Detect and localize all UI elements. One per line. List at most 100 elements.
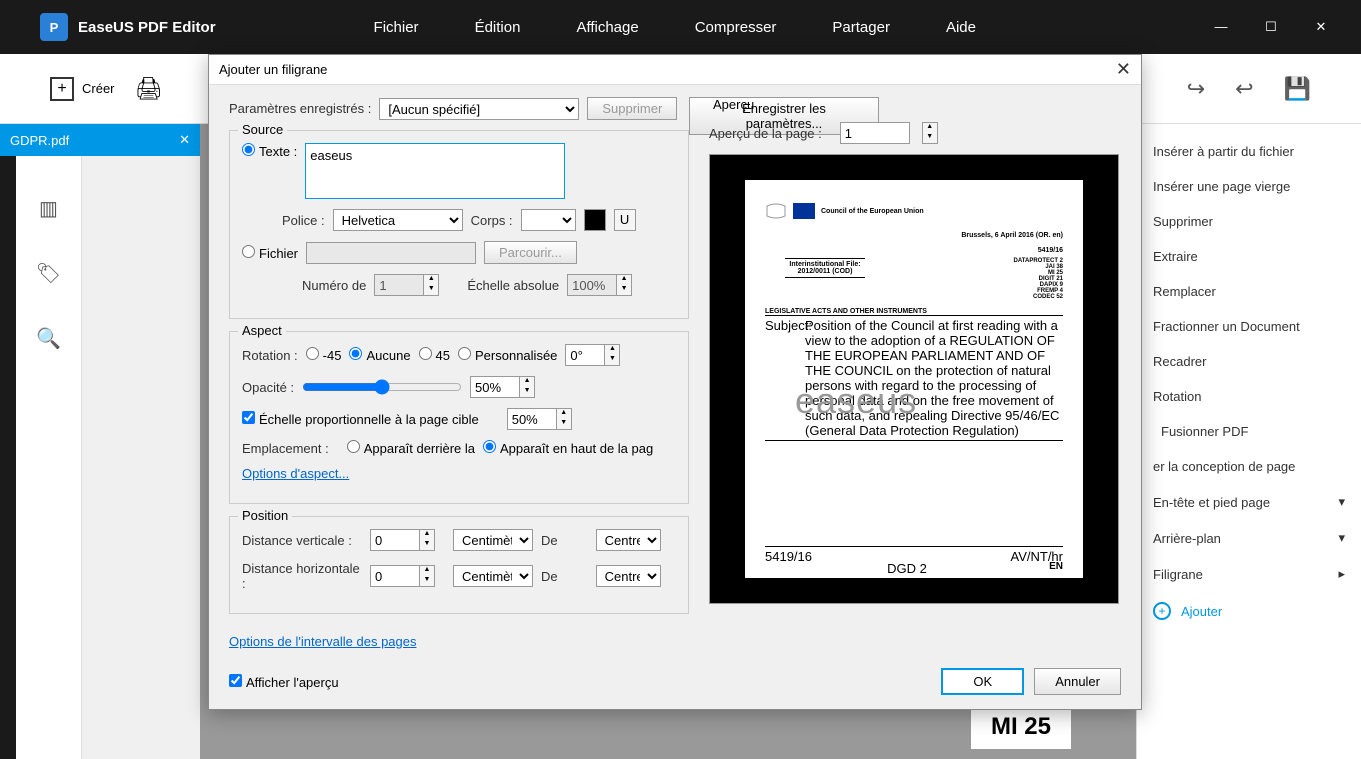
- maximize-icon[interactable]: ☐: [1261, 19, 1281, 35]
- dialog-close-icon[interactable]: ✕: [1116, 59, 1131, 80]
- panel-merge[interactable]: Fusionner PDF: [1137, 414, 1361, 449]
- panel-split[interactable]: Fractionner un Document: [1137, 309, 1361, 344]
- show-preview-checkbox[interactable]: [229, 674, 242, 687]
- file-tab[interactable]: GDPR.pdf ✕: [0, 124, 200, 156]
- behind-label[interactable]: Apparaît derrière la: [347, 440, 475, 456]
- text-radio[interactable]: [242, 143, 255, 156]
- titlebar: P EaseUS PDF Editor Fichier Édition Affi…: [0, 0, 1361, 54]
- panel-crop[interactable]: Recadrer: [1137, 344, 1361, 379]
- minimize-icon[interactable]: —: [1211, 19, 1231, 35]
- spin-up-icon[interactable]: ▲: [420, 566, 434, 576]
- spin-up-icon[interactable]: ▲: [420, 530, 434, 540]
- scale-input[interactable]: [507, 408, 557, 430]
- menu-help[interactable]: Aide: [918, 19, 1004, 36]
- rot-none-label[interactable]: Aucune: [349, 347, 410, 363]
- print-button[interactable]: 🖨: [135, 76, 163, 102]
- menu-edit[interactable]: Édition: [447, 19, 549, 36]
- panel-rotate[interactable]: Rotation: [1137, 379, 1361, 414]
- spin-down-icon[interactable]: ▼: [605, 355, 619, 365]
- create-button[interactable]: + Créer: [50, 77, 115, 101]
- rot-none-radio[interactable]: [349, 347, 362, 360]
- save-icon[interactable]: 💾: [1284, 76, 1311, 102]
- menu-share[interactable]: Partager: [804, 19, 918, 36]
- vdist-input[interactable]: [370, 529, 420, 551]
- panel-background[interactable]: Arrière-plan▾: [1137, 520, 1361, 556]
- file-radio[interactable]: [242, 245, 255, 258]
- panel-delete[interactable]: Supprimer: [1137, 204, 1361, 239]
- undo-icon[interactable]: ↩: [1235, 76, 1253, 102]
- ok-button[interactable]: OK: [941, 668, 1024, 695]
- page-range-link[interactable]: Options de l'intervalle des pages: [229, 634, 416, 649]
- spin-up-icon[interactable]: ▲: [923, 123, 937, 133]
- rot-custom-label[interactable]: Personnalisée: [458, 347, 557, 363]
- aspect-legend: Aspect: [238, 323, 286, 338]
- opacity-slider[interactable]: [302, 379, 462, 395]
- behind-radio[interactable]: [347, 440, 360, 453]
- abs-scale-input[interactable]: [567, 274, 617, 296]
- top-radio[interactable]: [483, 440, 496, 453]
- saved-params-select[interactable]: [Aucun spécifié]: [379, 98, 579, 120]
- rot-45-radio[interactable]: [419, 347, 432, 360]
- menu-view[interactable]: Affichage: [548, 19, 666, 36]
- scale-checkbox[interactable]: [242, 411, 255, 424]
- scale-check-label[interactable]: Échelle proportionnelle à la page cible: [242, 411, 479, 427]
- menu-file[interactable]: Fichier: [346, 19, 447, 36]
- delete-button[interactable]: Supprimer: [587, 97, 677, 120]
- spin-up-icon[interactable]: ▲: [605, 345, 619, 355]
- pages-icon[interactable]: ▥: [39, 196, 58, 221]
- close-icon[interactable]: ✕: [1311, 19, 1331, 35]
- panel-header[interactable]: En-tête et pied page▾: [1137, 484, 1361, 520]
- spin-up-icon[interactable]: ▲: [520, 377, 534, 387]
- doc-ref: 5419/16: [765, 247, 1063, 254]
- opacity-label: Opacité :: [242, 380, 294, 395]
- rot-45-label[interactable]: 45: [419, 347, 450, 363]
- font-select[interactable]: Helvetica: [333, 209, 463, 231]
- spin-down-icon[interactable]: ▼: [617, 285, 631, 295]
- color-picker[interactable]: [584, 209, 606, 231]
- panel-insert-file[interactable]: Insérer à partir du fichier: [1137, 134, 1361, 169]
- show-preview-label[interactable]: Afficher l'aperçu: [229, 674, 339, 690]
- spin-down-icon[interactable]: ▼: [424, 285, 438, 295]
- panel-add[interactable]: + Ajouter: [1137, 592, 1361, 630]
- tag-icon[interactable]: 🏷: [36, 261, 61, 286]
- rot-m45-radio[interactable]: [306, 347, 319, 360]
- file-radio-label[interactable]: Fichier: [242, 245, 298, 261]
- panel-watermark[interactable]: Filigrane▸: [1137, 556, 1361, 592]
- spin-down-icon[interactable]: ▼: [520, 387, 534, 397]
- vdist-from-select[interactable]: Centre: [596, 529, 661, 551]
- redo-icon[interactable]: ↪: [1187, 76, 1205, 102]
- watermark-text-input[interactable]: easeus: [305, 143, 565, 199]
- panel-insert-blank[interactable]: Insérer une page vierge: [1137, 169, 1361, 204]
- hdist-input[interactable]: [370, 565, 420, 587]
- spin-up-icon[interactable]: ▲: [557, 409, 571, 419]
- menu-compress[interactable]: Compresser: [667, 19, 805, 36]
- browse-button[interactable]: Parcourir...: [484, 241, 577, 264]
- spin-down-icon[interactable]: ▼: [557, 419, 571, 429]
- underline-button[interactable]: U: [614, 209, 636, 231]
- rot-custom-radio[interactable]: [458, 347, 471, 360]
- vdist-unit-select[interactable]: Centimètres: [453, 529, 533, 551]
- rot-value-input[interactable]: [565, 344, 605, 366]
- tab-close-icon[interactable]: ✕: [179, 132, 190, 148]
- aspect-options-link[interactable]: Options d'aspect...: [242, 466, 349, 481]
- cancel-button[interactable]: Annuler: [1034, 668, 1121, 695]
- top-label[interactable]: Apparaît en haut de la pag: [483, 440, 653, 456]
- hdist-from-select[interactable]: Centre: [596, 565, 661, 587]
- spin-up-icon[interactable]: ▲: [424, 275, 438, 285]
- panel-extract[interactable]: Extraire: [1137, 239, 1361, 274]
- rot-m45-label[interactable]: -45: [306, 347, 342, 363]
- text-radio-label[interactable]: Texte :: [242, 143, 297, 159]
- size-select[interactable]: [521, 209, 576, 231]
- panel-replace[interactable]: Remplacer: [1137, 274, 1361, 309]
- spin-down-icon[interactable]: ▼: [923, 133, 937, 143]
- hdist-unit-select[interactable]: Centimètres: [453, 565, 533, 587]
- spin-down-icon[interactable]: ▼: [420, 576, 434, 586]
- preview-page-input[interactable]: [840, 122, 910, 144]
- panel-design[interactable]: er la conception de page: [1137, 449, 1361, 484]
- spin-up-icon[interactable]: ▲: [617, 275, 631, 285]
- spin-down-icon[interactable]: ▼: [420, 540, 434, 550]
- file-path-input[interactable]: [306, 242, 476, 264]
- page-num-input[interactable]: [374, 274, 424, 296]
- opacity-input[interactable]: [470, 376, 520, 398]
- search-icon[interactable]: 🔍: [36, 326, 61, 351]
